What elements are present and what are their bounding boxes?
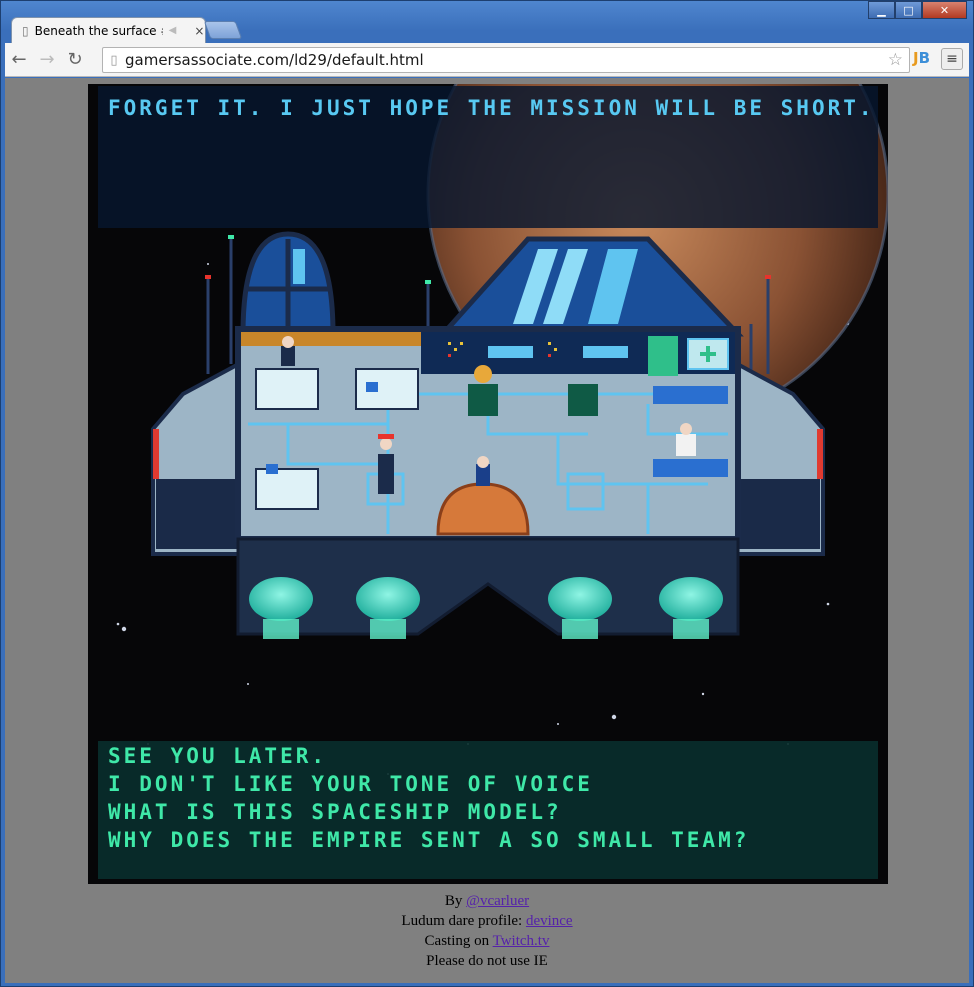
- speaker-icon: ◀: [168, 25, 177, 36]
- browser-toolbar: ← → ↻ ▯ gamersassociate.com/ld29/default…: [5, 43, 969, 77]
- maximize-button[interactable]: □: [895, 1, 922, 19]
- lower-hull: [236, 537, 740, 636]
- close-window-button[interactable]: ✕: [922, 1, 967, 19]
- game-canvas[interactable]: FORGET IT. I JUST HOPE THE MISSION WILL …: [88, 84, 888, 884]
- browser-tab[interactable]: ▯ Beneath the surface #L ◀ ×: [11, 17, 206, 43]
- bookmark-star-icon[interactable]: ☆: [888, 50, 903, 70]
- arrow-right-icon: →: [39, 49, 55, 70]
- url-text[interactable]: gamersassociate.com/ld29/default.html: [125, 51, 424, 69]
- tab-close-icon[interactable]: ×: [194, 24, 204, 38]
- page-icon: ▯: [110, 52, 118, 68]
- pilot-seat: [468, 384, 498, 416]
- forward-button[interactable]: →: [33, 49, 61, 70]
- dialog-option[interactable]: WHY DOES THE EMPIRE SENT A SO SMALL TEAM…: [108, 828, 749, 852]
- medbay-bed-2: [653, 459, 728, 477]
- page-icon: ▯: [22, 23, 29, 38]
- browser-window: ▁ □ ✕ ▯ Beneath the surface #L ◀ × ← → ↻…: [0, 0, 974, 987]
- author-prefix: By: [444, 893, 467, 909]
- page-footer: By @vcarluer Ludum dare profile: devince…: [5, 891, 969, 971]
- dialog-option[interactable]: I DON'T LIKE YOUR TONE OF VOICE: [108, 772, 593, 796]
- address-bar[interactable]: ▯ gamersassociate.com/ld29/default.html …: [102, 47, 910, 73]
- chrome-menu-button[interactable]: ≡: [941, 48, 963, 70]
- twitch-link[interactable]: Twitch.tv: [493, 933, 550, 949]
- author-link[interactable]: @vcarluer: [466, 893, 529, 909]
- ie-warning: Please do not use IE: [426, 953, 548, 969]
- profile-link[interactable]: devince: [526, 913, 573, 929]
- profile-line: Ludum dare profile: devince: [5, 911, 969, 931]
- dialog-option[interactable]: SEE YOU LATER.: [108, 744, 327, 768]
- author-line: By @vcarluer: [5, 891, 969, 911]
- tab-title: Beneath the surface #L: [34, 23, 163, 38]
- reload-icon: ↻: [67, 49, 83, 70]
- back-button[interactable]: ←: [5, 49, 33, 70]
- casting-line: Casting on Twitch.tv: [5, 931, 969, 951]
- page-content: FORGET IT. I JUST HOPE THE MISSION WILL …: [5, 78, 969, 983]
- dialog-options-box: SEE YOU LATER. I DON'T LIKE YOUR TONE OF…: [98, 741, 878, 879]
- arrow-left-icon: ←: [11, 49, 27, 70]
- medbay-bed: [653, 386, 728, 404]
- new-tab-button[interactable]: [203, 21, 243, 39]
- hamburger-icon: ≡: [946, 51, 958, 67]
- profile-prefix: Ludum dare profile:: [401, 913, 526, 929]
- extension-icon[interactable]: JB: [913, 49, 930, 67]
- window-controls: ▁ □ ✕: [868, 1, 967, 19]
- npc-dialog-box: FORGET IT. I JUST HOPE THE MISSION WILL …: [98, 86, 878, 228]
- dialog-option[interactable]: WHAT IS THIS SPACESHIP MODEL?: [108, 800, 562, 824]
- minimize-button[interactable]: ▁: [868, 1, 895, 19]
- npc-dialog-text: FORGET IT. I JUST HOPE THE MISSION WILL …: [108, 96, 875, 120]
- copilot-seat: [568, 384, 598, 416]
- reload-button[interactable]: ↻: [61, 49, 89, 70]
- casting-prefix: Casting on: [424, 933, 493, 949]
